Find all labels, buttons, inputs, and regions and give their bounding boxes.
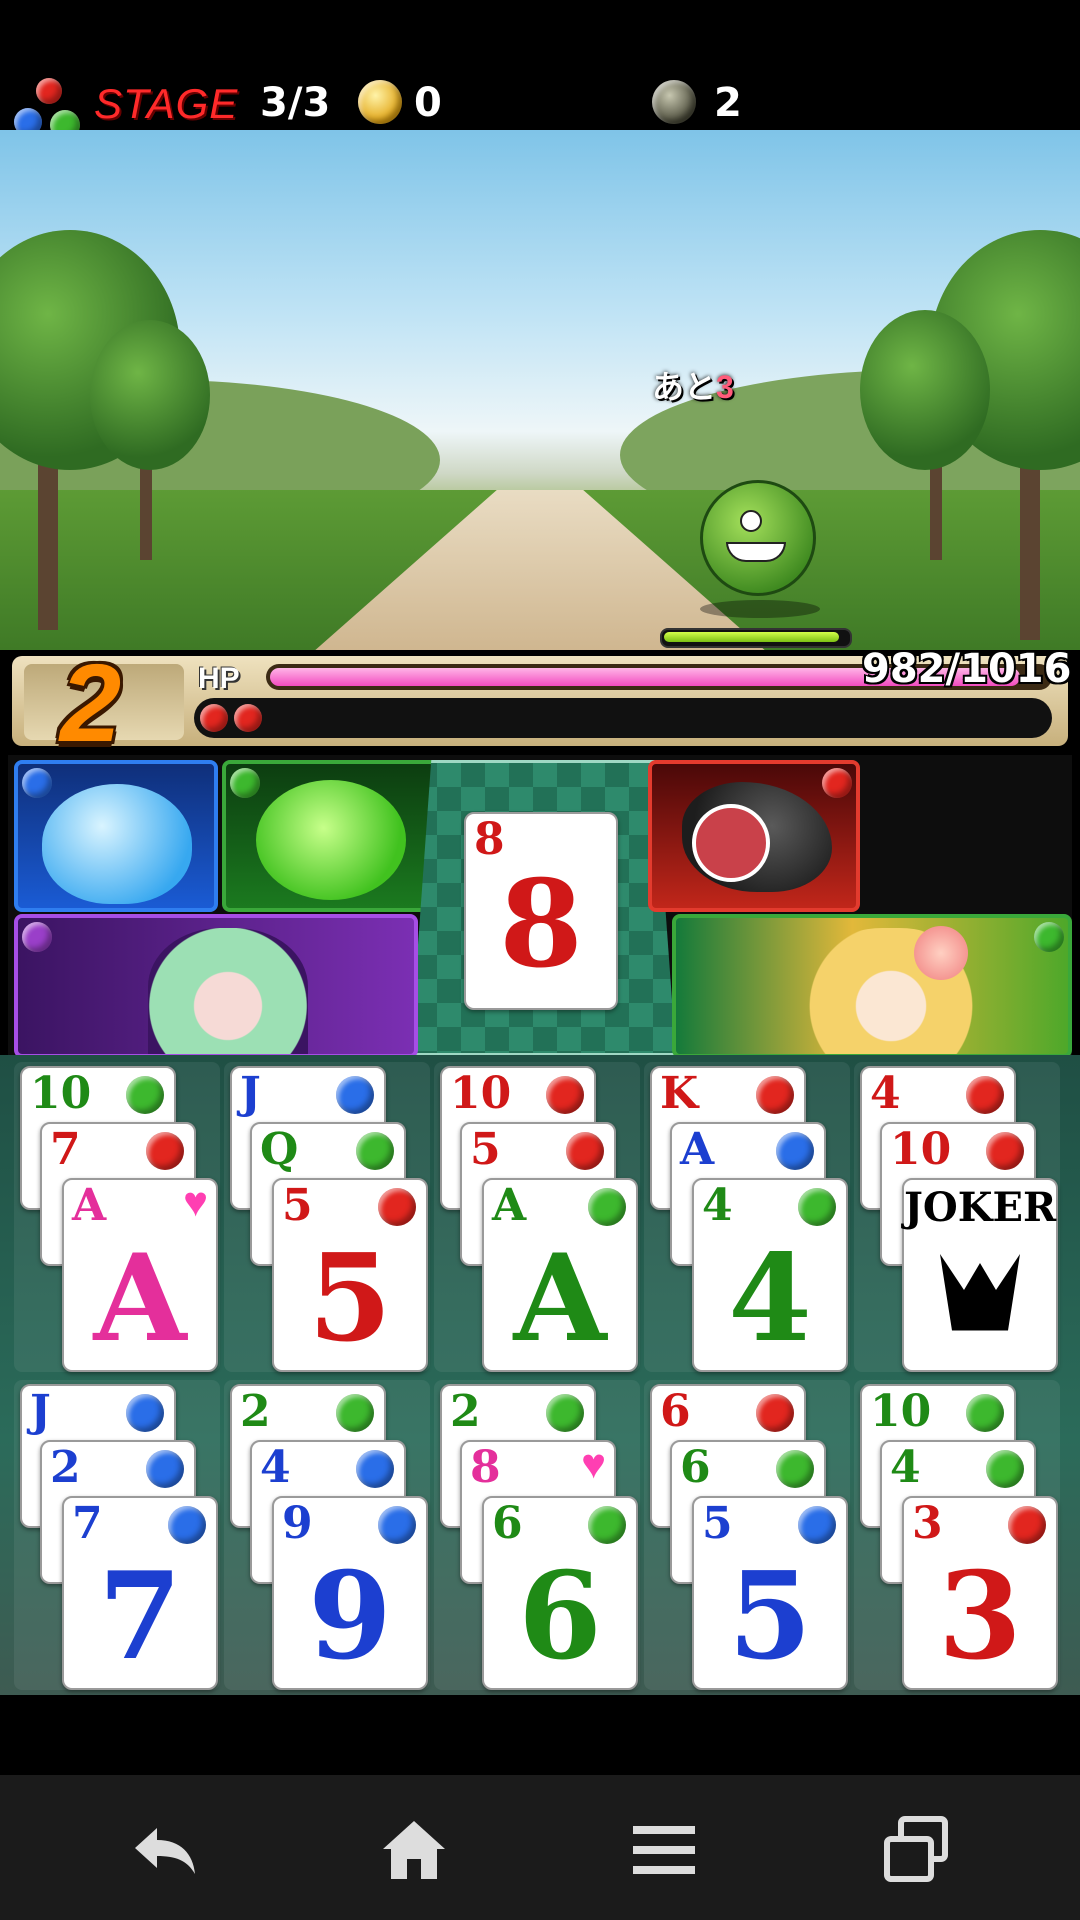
jester-hat-icon [940, 1254, 1020, 1331]
card-rank: A [680, 1124, 715, 1175]
blue-orb-icon [168, 1506, 206, 1544]
red-orb-icon [986, 1132, 1024, 1170]
recent-apps-icon [884, 1816, 948, 1882]
green-orb-icon [966, 1394, 1004, 1432]
green-orb-icon [986, 1450, 1024, 1488]
tableau-top-card[interactable]: AA [482, 1178, 638, 1372]
card-rank: 4 [702, 1180, 733, 1231]
cards-layer: 10 7 A ♥ A J Q 5 5 10 5 A A K A 4 4 4 10 JOKER J 2 7 7 2 4 9 9 2 8 ♥ 6 6… [0, 0, 1080, 1920]
red-orb-icon [146, 1132, 184, 1170]
card-rank: 5 [702, 1498, 733, 1549]
card-big-rank: 3 [938, 1546, 1022, 1687]
card-big-rank: A [513, 1228, 607, 1369]
tableau-top-card[interactable]: 44 [692, 1178, 848, 1372]
card-rank: 10 [890, 1124, 952, 1175]
tableau-top-card[interactable]: 55 [272, 1178, 428, 1372]
green-orb-icon [336, 1394, 374, 1432]
card-rank: 4 [260, 1442, 291, 1493]
card-rank: 10 [30, 1068, 92, 1119]
home-icon [383, 1821, 445, 1879]
card-rank: 3 [912, 1498, 943, 1549]
tableau-top-card[interactable]: 55 [692, 1496, 848, 1690]
blue-orb-icon [336, 1076, 374, 1114]
card-rank: J [240, 1068, 261, 1119]
heart-icon: ♥ [183, 1178, 208, 1225]
card-rank: 2 [50, 1442, 81, 1493]
tableau-top-card[interactable]: 33 [902, 1496, 1058, 1690]
card-rank: J [30, 1386, 51, 1437]
tableau-top-card[interactable]: 66 [482, 1496, 638, 1690]
red-orb-icon [756, 1076, 794, 1114]
card-rank: 6 [492, 1498, 523, 1549]
card-rank: A [492, 1180, 527, 1231]
green-orb-icon [588, 1188, 626, 1226]
back-button[interactable] [104, 1800, 224, 1900]
card-big-rank: 5 [308, 1228, 392, 1369]
tableau-top-card[interactable]: 77 [62, 1496, 218, 1690]
card-big-rank: 4 [728, 1228, 812, 1369]
home-button[interactable] [354, 1800, 474, 1900]
card-big-rank: 6 [518, 1546, 602, 1687]
card-big-rank: 7 [98, 1546, 182, 1687]
card-rank: 7 [72, 1498, 103, 1549]
card-rank: 4 [870, 1068, 901, 1119]
card-big-rank: 9 [308, 1546, 392, 1687]
blue-orb-icon [776, 1132, 814, 1170]
red-orb-icon [378, 1188, 416, 1226]
joker-label: JOKER [904, 1184, 1057, 1231]
green-orb-icon [798, 1188, 836, 1226]
card-rank: K [660, 1068, 699, 1119]
red-orb-icon [566, 1132, 604, 1170]
blue-orb-icon [356, 1450, 394, 1488]
bottom-strip [0, 1695, 1080, 1775]
green-orb-icon [356, 1132, 394, 1170]
tableau-top-card[interactable]: 99 [272, 1496, 428, 1690]
card-rank: 2 [240, 1386, 271, 1437]
green-orb-icon [126, 1076, 164, 1114]
tableau-top-card[interactable]: A ♥ A [62, 1178, 218, 1372]
back-icon [135, 1828, 195, 1874]
card-rank: 7 [50, 1124, 81, 1175]
card-rank: A [72, 1180, 107, 1231]
card-rank: 9 [282, 1498, 313, 1549]
green-orb-icon [588, 1506, 626, 1544]
green-orb-icon [776, 1450, 814, 1488]
blue-orb-icon [798, 1506, 836, 1544]
card-rank: 2 [450, 1386, 481, 1437]
tableau-top-card[interactable]: JOKER [902, 1178, 1058, 1372]
menu-icon [633, 1826, 695, 1874]
card-rank: Q [260, 1124, 299, 1175]
card-rank: 5 [470, 1124, 501, 1175]
blue-orb-icon [146, 1450, 184, 1488]
card-rank: 4 [890, 1442, 921, 1493]
card-rank: 6 [680, 1442, 711, 1493]
card-rank: 10 [870, 1386, 932, 1437]
card-big-rank: 5 [728, 1546, 812, 1687]
card-rank: 8 [470, 1442, 501, 1493]
card-rank: 6 [660, 1386, 691, 1437]
red-orb-icon [1008, 1506, 1046, 1544]
card-big-rank: A [93, 1228, 187, 1369]
menu-button[interactable] [604, 1800, 724, 1900]
red-orb-icon [546, 1076, 584, 1114]
recent-apps-button[interactable] [856, 1800, 976, 1900]
red-orb-icon [756, 1394, 794, 1432]
card-rank: 10 [450, 1068, 512, 1119]
card-rank: 5 [282, 1180, 313, 1231]
blue-orb-icon [378, 1506, 416, 1544]
blue-orb-icon [126, 1394, 164, 1432]
red-orb-icon [966, 1076, 1004, 1114]
heart-icon: ♥ [581, 1440, 606, 1487]
green-orb-icon [546, 1394, 584, 1432]
